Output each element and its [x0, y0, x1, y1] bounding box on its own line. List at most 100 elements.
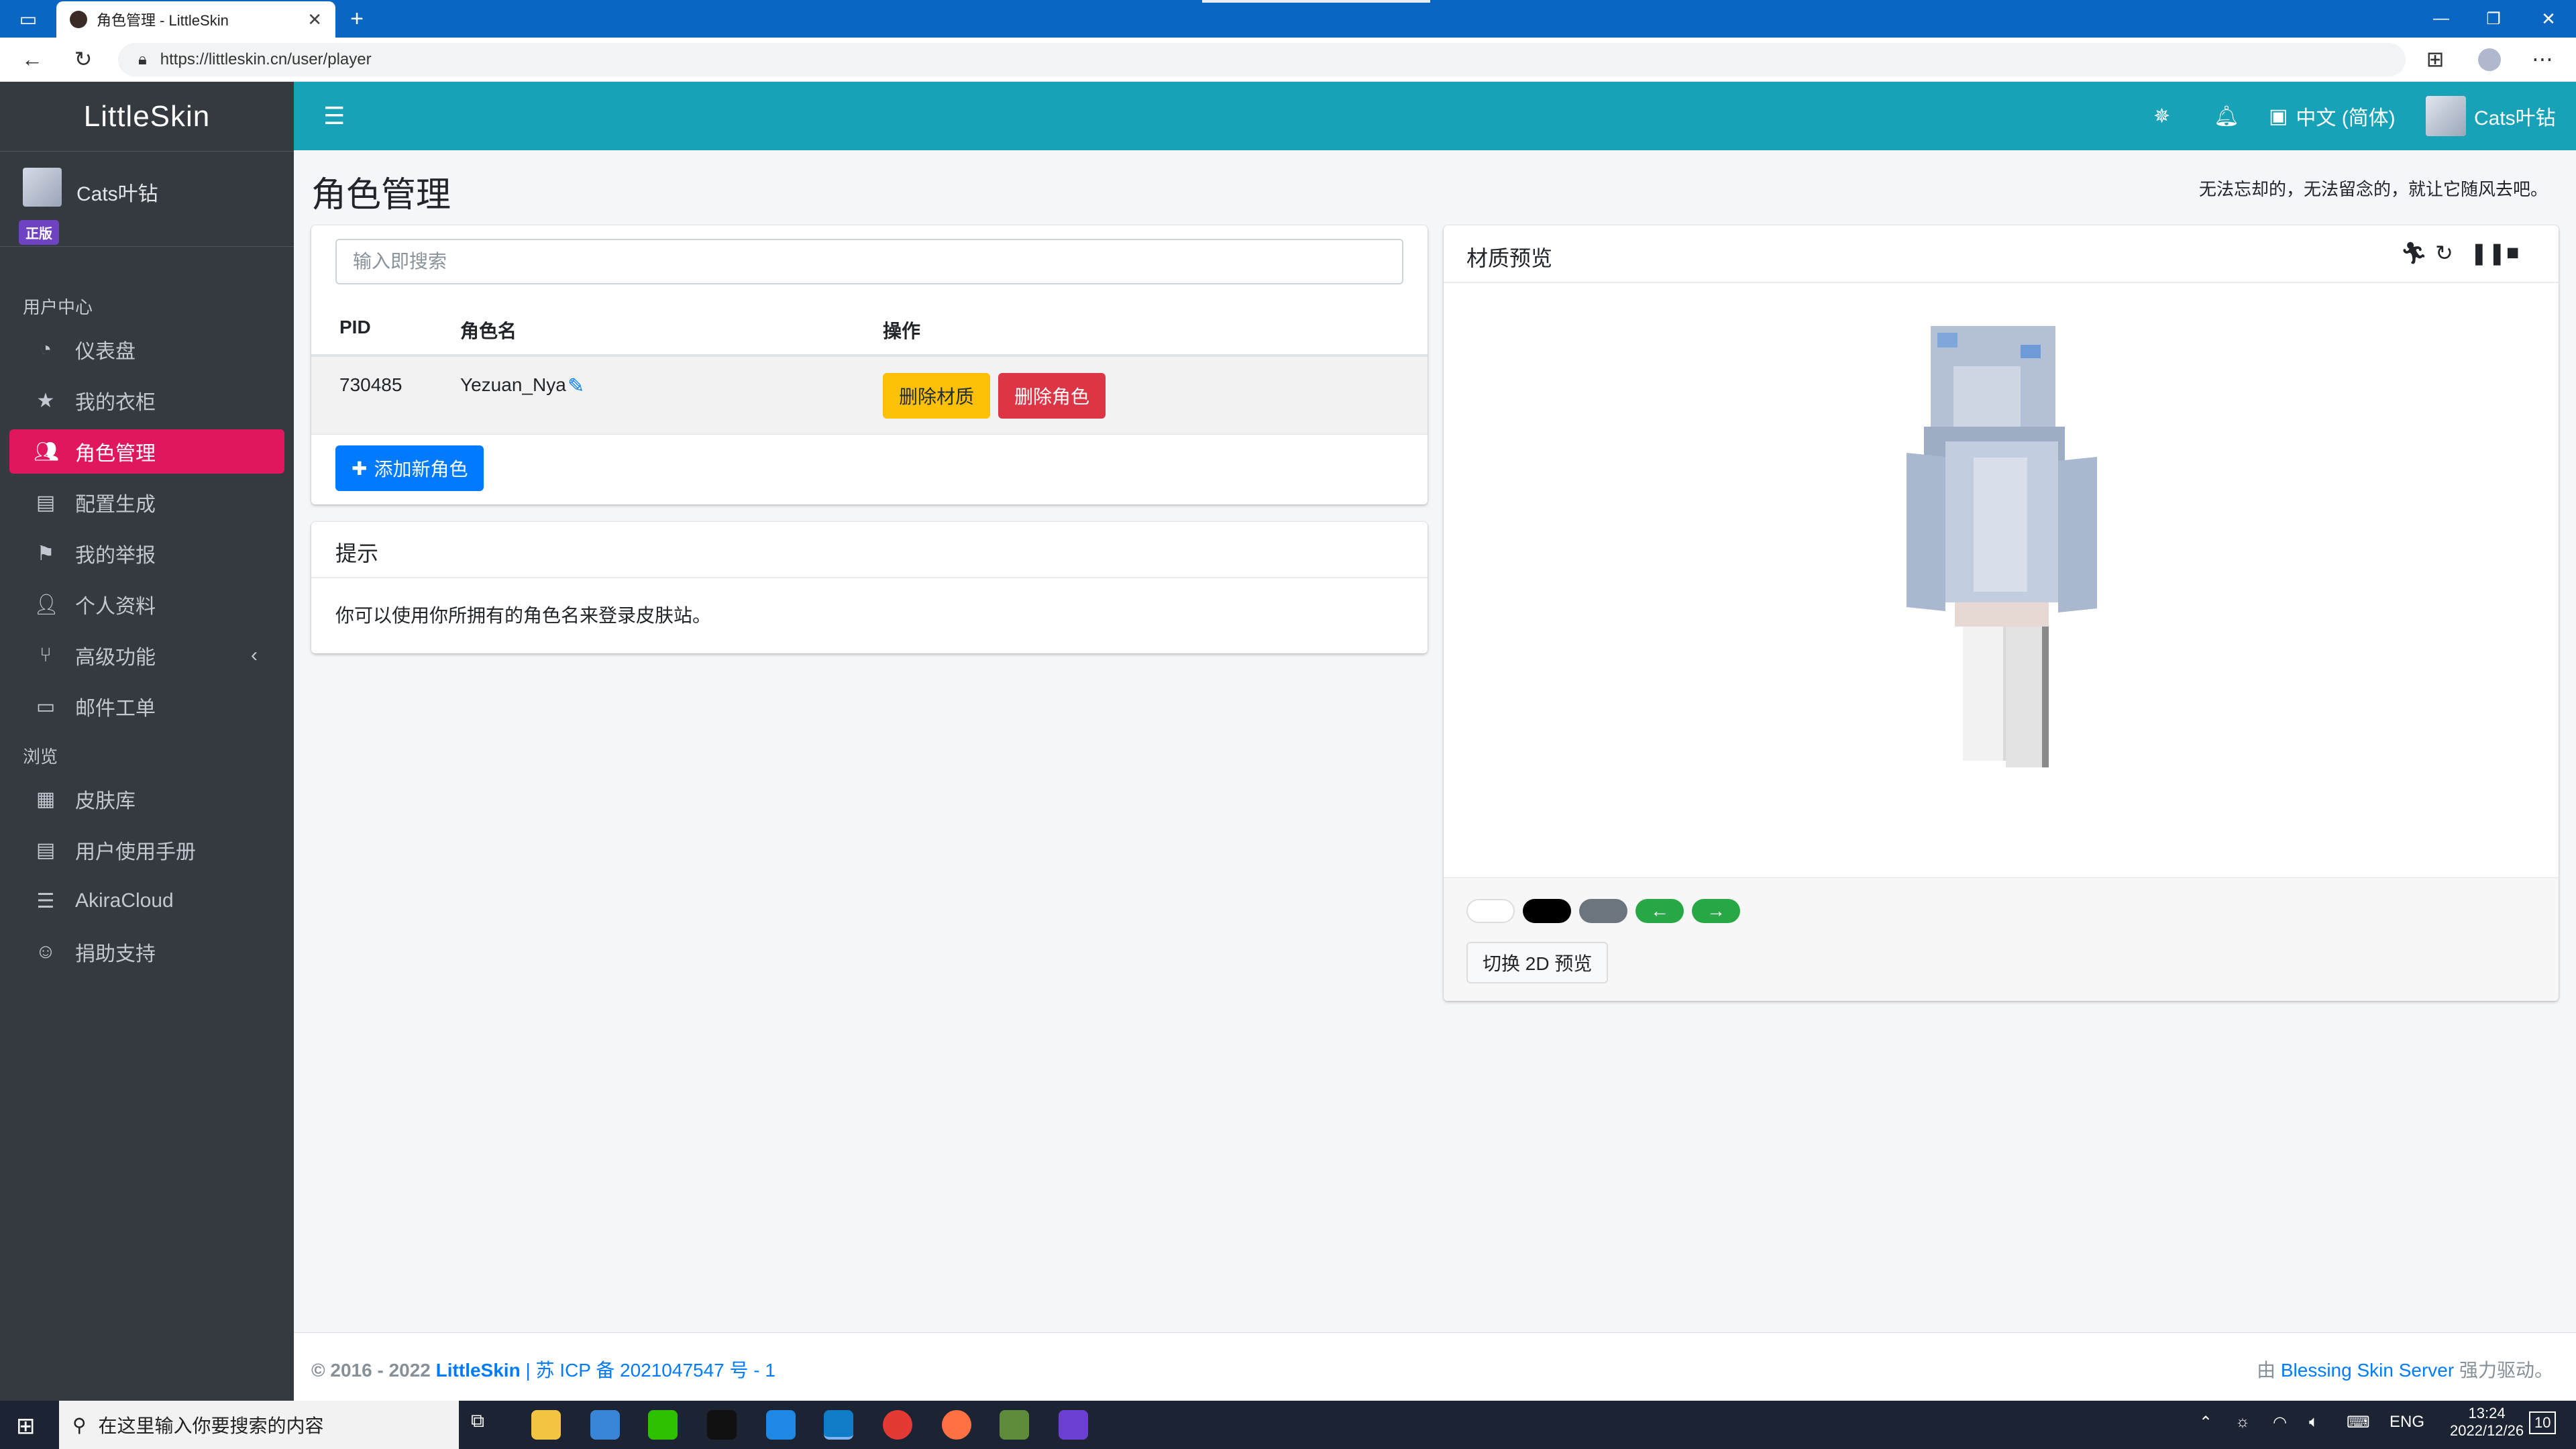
close-window-icon[interactable]: ✕: [2532, 5, 2565, 32]
page-footer: © 2016 - 2022 LittleSkin | 苏 ICP 备 20210…: [294, 1332, 2576, 1401]
minimize-window-icon[interactable]: —: [2424, 5, 2458, 32]
sidebar-item-advanced[interactable]: ⑂ 高级功能 ‹: [9, 633, 284, 678]
sidebar-item-profile[interactable]: 👤︎ 个人资料: [9, 582, 284, 627]
sidebar-item-closet[interactable]: ★ 我的衣柜: [9, 378, 284, 423]
sidebar-item-dashboard[interactable]: ◔ 仪表盘: [9, 327, 284, 372]
edge-icon[interactable]: [824, 1410, 853, 1440]
sidebar-item-skinlib[interactable]: ▦ 皮肤库: [9, 777, 284, 821]
avatar: [2426, 96, 2466, 136]
firefox-icon[interactable]: [942, 1410, 971, 1440]
menu-toggle-icon[interactable]: ☰: [323, 82, 345, 150]
ime-indicator[interactable]: ENG: [2390, 1413, 2424, 1432]
taskbar-search[interactable]: ⚲ 在这里输入你要搜索的内容: [59, 1401, 459, 1449]
search-input[interactable]: [335, 239, 1403, 284]
chevron-left-icon: ‹: [251, 644, 258, 666]
sidebar-item-akiracloud[interactable]: ☰ AkiraCloud: [9, 879, 284, 923]
url-text: https://littleskin.cn/user/player: [160, 50, 372, 68]
player-pid: 730485: [339, 374, 402, 395]
sidebar-item-manual[interactable]: ▤ 用户使用手册: [9, 828, 284, 872]
status-badge: 正版: [19, 220, 59, 245]
wifi-icon[interactable]: ◠: [2273, 1413, 2287, 1432]
settings-more-icon[interactable]: ⋯: [2524, 40, 2561, 78]
nav-header-browse: 浏览: [23, 747, 58, 767]
bell-icon[interactable]: 🔔︎: [2214, 82, 2239, 150]
sidebar-item-label: 角色管理: [75, 443, 156, 465]
profile-icon[interactable]: [2478, 48, 2501, 71]
edit-icon[interactable]: ✎: [568, 374, 584, 398]
back-icon[interactable]: ←: [13, 40, 51, 78]
prev-background-button[interactable]: ←: [1635, 899, 1684, 923]
bg-black-button[interactable]: [1523, 899, 1571, 923]
keyboard-icon[interactable]: ⌨: [2347, 1413, 2370, 1432]
skin-3d-viewer[interactable]: [1444, 283, 2559, 877]
windows-start-icon[interactable]: ⊞: [16, 1413, 36, 1440]
tips-title: 提示: [335, 541, 379, 566]
obsidian-icon[interactable]: [1059, 1410, 1088, 1440]
blessing-skin-link[interactable]: Blessing Skin Server: [2281, 1360, 2454, 1381]
tips-card: 提示 你可以使用你所拥有的角色名来登录皮肤站。: [311, 522, 1428, 653]
volume-icon[interactable]: 🔈︎: [2309, 1413, 2318, 1432]
bg-gray-button[interactable]: [1579, 899, 1627, 923]
restore-window-icon[interactable]: ❐: [2477, 5, 2510, 32]
app-icon[interactable]: [766, 1410, 796, 1440]
next-background-button[interactable]: →: [1692, 899, 1740, 923]
sidebar-item-reports[interactable]: ⚑ 我的举报: [9, 531, 284, 576]
sidebar-item-label: 用户使用手册: [75, 841, 196, 863]
browser-tab-active[interactable]: 角色管理 - LittleSkin ✕: [56, 1, 335, 38]
avatar[interactable]: [23, 168, 62, 207]
sidebar: LittleSkin Cats叶钻 正版 用户中心 ◔ 仪表盘 ★ 我的衣柜 👥…: [0, 82, 294, 1401]
taskbar: ⊞ ⚲ 在这里输入你要搜索的内容 ⧉ ⌃ ☼ ◠ 🔈︎ ⌨ ENG 13:24 …: [0, 1401, 2576, 1449]
site-link[interactable]: LittleSkin: [436, 1360, 521, 1381]
collections-icon[interactable]: ⊞: [2416, 40, 2454, 78]
reload-icon[interactable]: ↻: [64, 40, 102, 78]
sidebar-item-tickets[interactable]: ▭ 邮件工单: [9, 684, 284, 729]
skin-detail: [1953, 366, 2021, 427]
footer-powered-by: 由 Blessing Skin Server 强力驱动。: [2257, 1356, 2553, 1383]
copyright-years: © 2016 - 2022: [311, 1360, 431, 1381]
notification-center[interactable]: 10: [2529, 1411, 2557, 1434]
pause-icon[interactable]: ❚❚: [2470, 240, 2506, 266]
bg-white-button[interactable]: [1466, 899, 1515, 923]
wechat-icon[interactable]: [648, 1410, 678, 1440]
qq-icon[interactable]: [707, 1410, 737, 1440]
sidebar-item-config[interactable]: ▤ 配置生成: [9, 480, 284, 525]
brightness-icon[interactable]: ☼: [2235, 1413, 2250, 1432]
skin-detail: [1974, 458, 2027, 592]
browser-tab-title: 角色管理 - LittleSkin: [97, 12, 229, 29]
table-row: [311, 357, 1428, 435]
brand-logo[interactable]: LittleSkin: [0, 82, 294, 152]
store-icon[interactable]: [590, 1410, 620, 1440]
dashboard-icon: ◔: [39, 338, 52, 360]
preview-title: 材质预览: [1466, 246, 1553, 270]
tab-actions-icon[interactable]: ▭: [16, 7, 40, 31]
theme-toggle-icon[interactable]: ✵: [2153, 82, 2170, 150]
url-bar[interactable]: 🔒︎ https://littleskin.cn/user/player: [118, 43, 2406, 76]
sidebar-item-players[interactable]: 👥︎ 角色管理: [9, 429, 284, 474]
add-player-button[interactable]: ✚ 添加新角色: [335, 445, 484, 491]
switch-2d-preview-button[interactable]: 切换 2D 预览: [1466, 942, 1609, 983]
delete-player-button[interactable]: 删除角色: [998, 373, 1106, 419]
new-tab-button[interactable]: +: [343, 5, 370, 32]
delete-texture-button[interactable]: 删除材质: [883, 373, 991, 419]
powered-suffix: 强力驱动。: [2459, 1360, 2553, 1381]
favicon-icon: [70, 11, 87, 28]
rotate-icon[interactable]: ↻: [2435, 240, 2453, 266]
chrome-icon[interactable]: [883, 1410, 912, 1440]
icp-link[interactable]: | 苏 ICP 备 2021047547 号 - 1: [525, 1360, 775, 1381]
sidebar-item-donate[interactable]: ☺ 捐助支持: [9, 930, 284, 974]
user-menu[interactable]: Cats叶钻: [2426, 82, 2556, 150]
stop-icon[interactable]: ■: [2506, 240, 2519, 265]
running-icon[interactable]: 🏃︎: [2400, 240, 2428, 266]
sidebar-user-name[interactable]: Cats叶钻: [76, 177, 158, 207]
file-explorer-icon[interactable]: [531, 1410, 561, 1440]
add-player-label: 添加新角色: [374, 459, 468, 480]
column-header-name: 角色名: [460, 321, 517, 341]
clock[interactable]: 13:24 2022/12/26: [2450, 1405, 2524, 1440]
close-tab-icon[interactable]: ✕: [307, 9, 322, 30]
donate-icon: ☺: [35, 941, 56, 963]
tray-overflow-icon[interactable]: ⌃: [2199, 1413, 2212, 1432]
minecraft-icon[interactable]: [1000, 1410, 1029, 1440]
column-header-pid: PID: [339, 317, 371, 337]
task-view-icon[interactable]: ⧉: [471, 1410, 500, 1440]
language-selector[interactable]: ▣ 中文 (简体): [2269, 82, 2396, 150]
